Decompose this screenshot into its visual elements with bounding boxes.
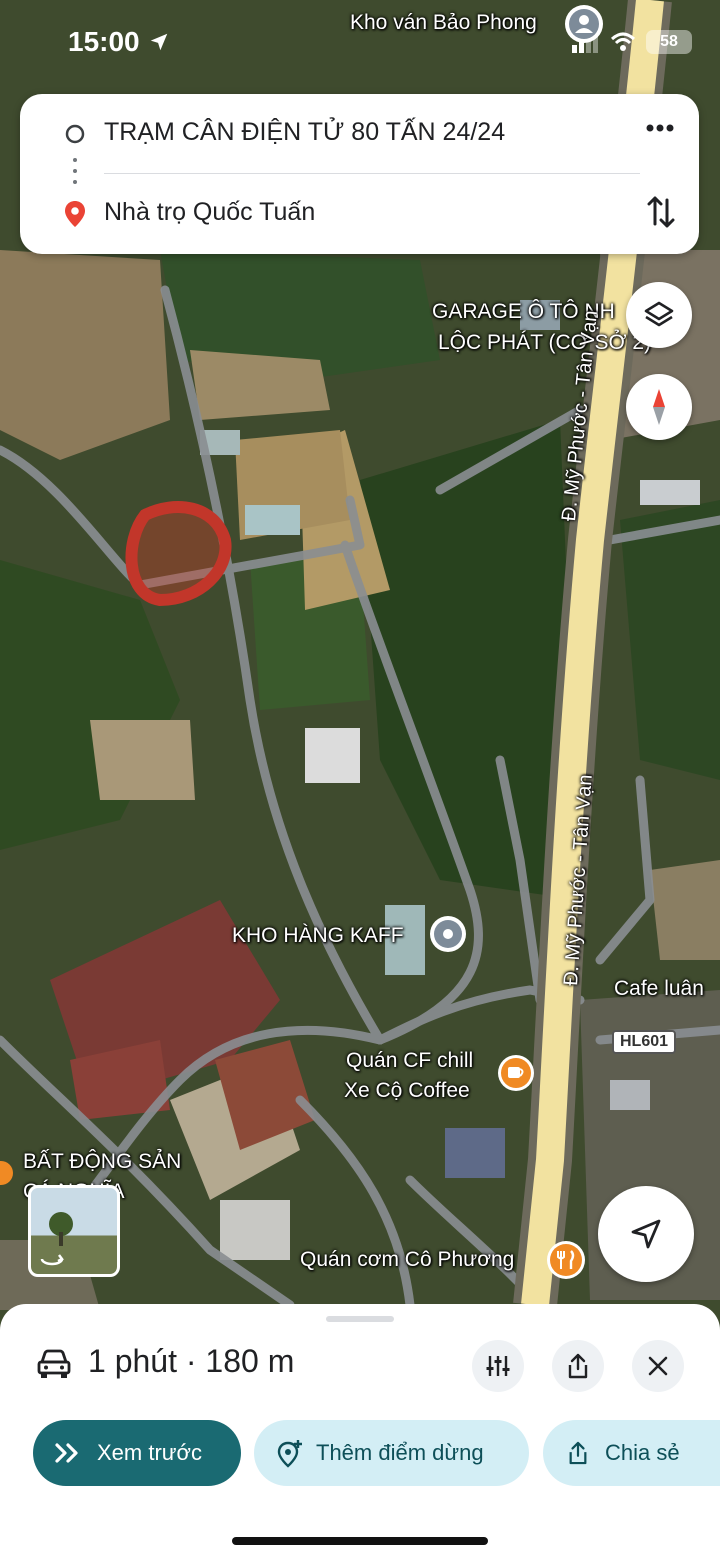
- origin-row[interactable]: TRẠM CÂN ĐIỆN TỬ 80 TẤN 24/24: [20, 102, 699, 166]
- origin-text[interactable]: TRẠM CÂN ĐIỆN TỬ 80 TẤN 24/24: [104, 118, 505, 147]
- eta-summary: 1 phút · 180 m: [88, 1343, 294, 1380]
- share-label: Chia sẻ: [605, 1440, 680, 1465]
- home-indicator[interactable]: [232, 1537, 488, 1545]
- add-stop-icon: [277, 1440, 302, 1468]
- poi-label-bds-1[interactable]: BẤT ĐỘNG SẢN: [23, 1150, 181, 1174]
- eta-time: 1 phút: [88, 1343, 177, 1379]
- route-card: TRẠM CÂN ĐIỆN TỬ 80 TẤN 24/24 Nhà trọ Qu…: [20, 94, 699, 254]
- status-time: 15:00: [68, 26, 170, 58]
- status-time-text: 15:00: [68, 26, 140, 57]
- poi-orange-pin-icon[interactable]: [0, 1153, 14, 1193]
- add-stop-button[interactable]: Thêm điểm dừng: [254, 1420, 529, 1486]
- fork-knife-icon[interactable]: [545, 1239, 587, 1281]
- poi-label-kho-van[interactable]: Kho ván Bảo Phong: [350, 11, 537, 35]
- destination-pin-icon: [65, 201, 85, 227]
- add-stop-label: Thêm điểm dừng: [316, 1440, 484, 1465]
- more-icon[interactable]: [645, 122, 675, 134]
- layers-icon: [644, 301, 674, 327]
- poi-gray-pin-icon[interactable]: [428, 914, 468, 954]
- route-divider: [104, 173, 640, 174]
- cup-icon[interactable]: [496, 1053, 536, 1093]
- share-button[interactable]: Chia sẻ: [543, 1420, 720, 1486]
- poi-label-quan-com[interactable]: Quán cơm Cô Phương: [300, 1248, 514, 1272]
- destination-row[interactable]: Nhà trọ Quốc Tuấn: [20, 182, 699, 246]
- wifi-icon: [610, 32, 636, 51]
- compass-button[interactable]: [626, 374, 692, 440]
- share-route-button[interactable]: [552, 1340, 604, 1392]
- route-options-button[interactable]: [472, 1340, 524, 1392]
- eta-separator: ·: [185, 1343, 197, 1379]
- poi-person-icon[interactable]: [563, 3, 605, 45]
- poi-label-cafe-luan[interactable]: Cafe luân: [614, 977, 704, 1001]
- share-icon: [568, 1353, 588, 1379]
- sheet-drag-handle[interactable]: [326, 1316, 394, 1322]
- location-arrow-icon: [150, 33, 167, 51]
- double-chevron-icon: [55, 1443, 78, 1463]
- route-shield-hl601: HL601: [612, 1030, 677, 1054]
- street-view-thumbnail[interactable]: [28, 1185, 120, 1277]
- eta-distance: 180 m: [205, 1343, 295, 1379]
- preview-label: Xem trước: [97, 1440, 202, 1465]
- swap-icon[interactable]: [647, 194, 675, 230]
- share-pill-icon: [569, 1441, 587, 1465]
- poi-label-kho-hang[interactable]: KHO HÀNG KAFF: [232, 924, 404, 948]
- tree-silhouette: [49, 1212, 73, 1246]
- street-view-icon: [40, 1254, 64, 1266]
- layers-button[interactable]: [626, 282, 692, 348]
- filter-icon: [486, 1356, 510, 1376]
- poi-label-quan-cf-2[interactable]: Xe Cộ Coffee: [344, 1079, 470, 1103]
- recenter-button[interactable]: [598, 1186, 694, 1282]
- preview-button[interactable]: Xem trước: [33, 1420, 241, 1486]
- poi-label-garage-2[interactable]: LỘC PHÁT (CƠ SỞ 2): [438, 331, 651, 355]
- car-icon: [37, 1349, 71, 1378]
- close-icon: [648, 1356, 668, 1376]
- battery-indicator: 58: [646, 30, 692, 54]
- origin-circle-icon: [65, 124, 85, 144]
- compass-icon: [653, 389, 665, 425]
- recenter-arrow-icon: [631, 1219, 661, 1249]
- poi-label-quan-cf-1[interactable]: Quán CF chill: [346, 1049, 473, 1073]
- destination-text[interactable]: Nhà trọ Quốc Tuấn: [104, 198, 315, 227]
- close-directions-button[interactable]: [632, 1340, 684, 1392]
